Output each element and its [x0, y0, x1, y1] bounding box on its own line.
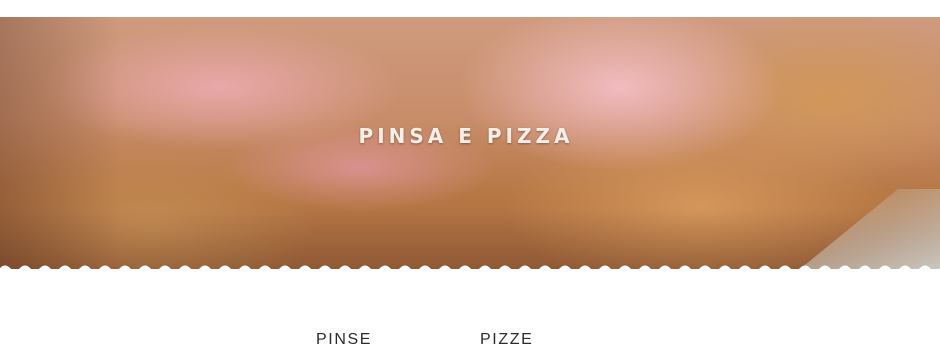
hero-title: PINSA E PIZZA: [358, 124, 574, 148]
wave-divider: [0, 265, 940, 272]
tab-pinse[interactable]: PINSE: [316, 330, 372, 350]
top-strip: [0, 0, 940, 17]
menu-tabs: PINSE PIZZE: [0, 330, 940, 350]
hero-shadow-bottom: [0, 209, 940, 269]
tab-pizze[interactable]: PIZZE: [480, 330, 533, 350]
hero-banner-image: PINSA E PIZZA: [0, 17, 940, 269]
page: PINSA E PIZZA PINSE PIZZE: [0, 0, 940, 353]
